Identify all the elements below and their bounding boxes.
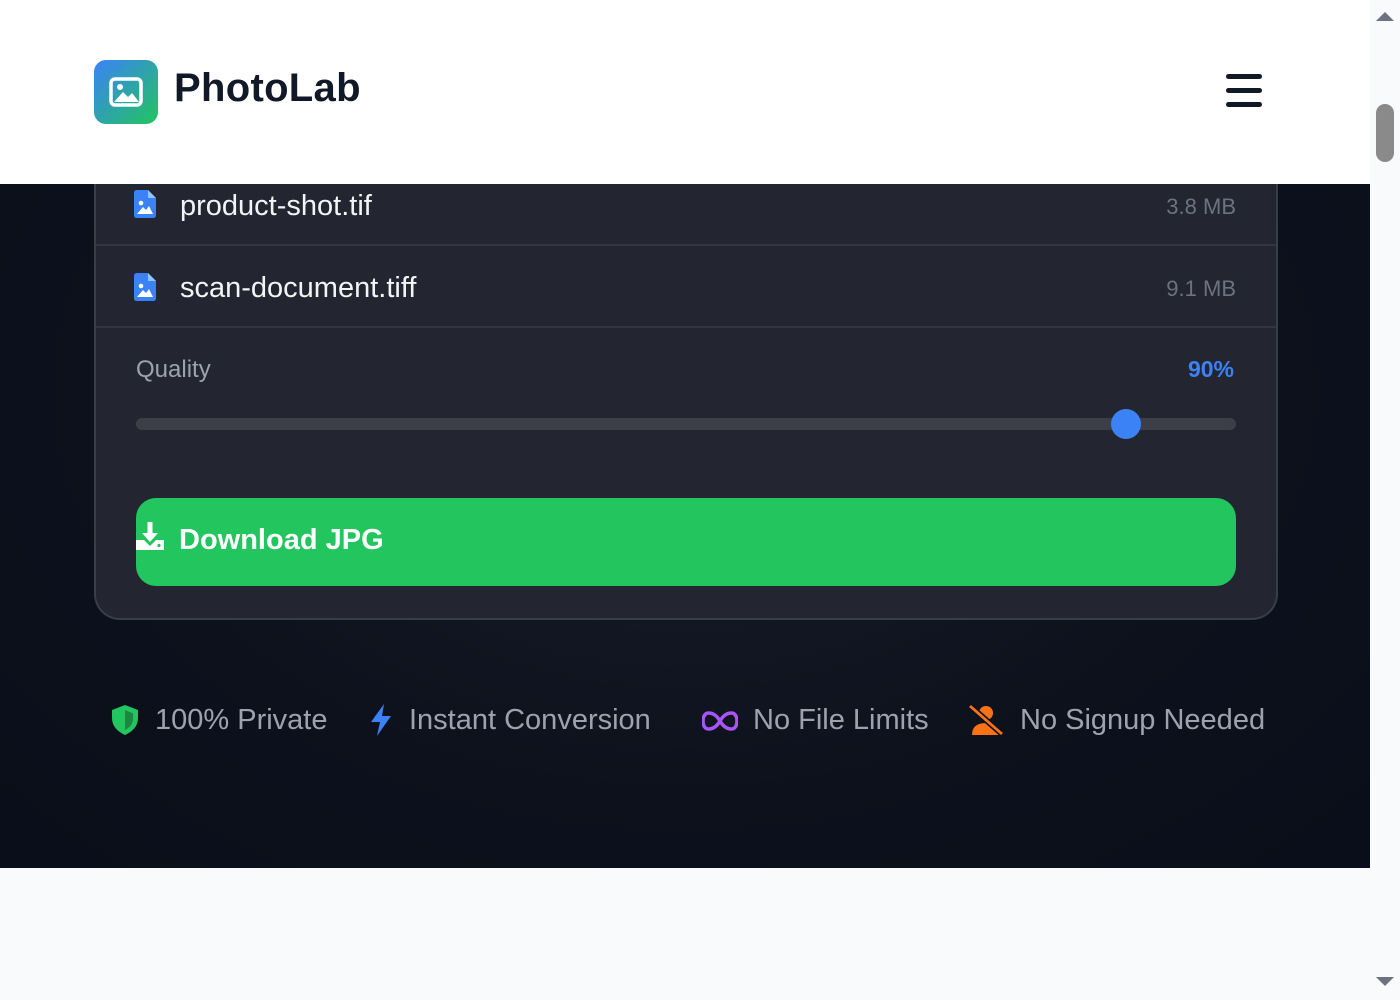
user-slash-icon bbox=[968, 704, 1004, 736]
shield-icon bbox=[112, 705, 138, 735]
brand-name[interactable]: PhotoLab bbox=[174, 66, 361, 111]
scroll-down-arrow-icon[interactable] bbox=[1376, 977, 1394, 986]
feature-label: 100% Private bbox=[155, 704, 328, 736]
quality-label: Quality bbox=[136, 356, 211, 383]
quality-slider[interactable] bbox=[136, 409, 1236, 439]
feature-label: No Signup Needed bbox=[1020, 704, 1266, 736]
download-jpg-button[interactable]: Download JPG bbox=[136, 498, 1236, 586]
file-size: 9.1 MB bbox=[1166, 276, 1236, 301]
file-image-icon bbox=[134, 273, 156, 301]
site-header: PhotoLab bbox=[0, 0, 1370, 184]
hamburger-menu-icon[interactable] bbox=[1222, 70, 1266, 112]
logo-image-icon[interactable] bbox=[94, 60, 158, 124]
feature-label: Instant Conversion bbox=[409, 704, 651, 736]
scrollbar-thumb[interactable] bbox=[1376, 104, 1394, 162]
file-name: scan-document.tiff bbox=[180, 272, 417, 304]
download-button-label: Download JPG bbox=[179, 524, 384, 556]
converter-card: product-shot.tif 3.8 MB scan-document.ti… bbox=[94, 184, 1278, 620]
converter-section: product-shot.tif 3.8 MB scan-document.ti… bbox=[0, 184, 1370, 868]
scroll-up-arrow-icon[interactable] bbox=[1376, 12, 1394, 21]
file-size: 3.8 MB bbox=[1166, 194, 1236, 219]
quality-slider-thumb[interactable] bbox=[1111, 409, 1141, 439]
file-name: product-shot.tif bbox=[180, 190, 372, 222]
download-icon bbox=[136, 522, 164, 550]
feature-label: No File Limits bbox=[753, 704, 929, 736]
bolt-icon bbox=[371, 704, 391, 736]
file-list-item[interactable]: scan-document.tiff 9.1 MB bbox=[96, 246, 1276, 328]
file-image-icon bbox=[134, 190, 156, 218]
quality-value: 90% bbox=[1187, 356, 1234, 382]
infinity-icon bbox=[702, 711, 738, 731]
